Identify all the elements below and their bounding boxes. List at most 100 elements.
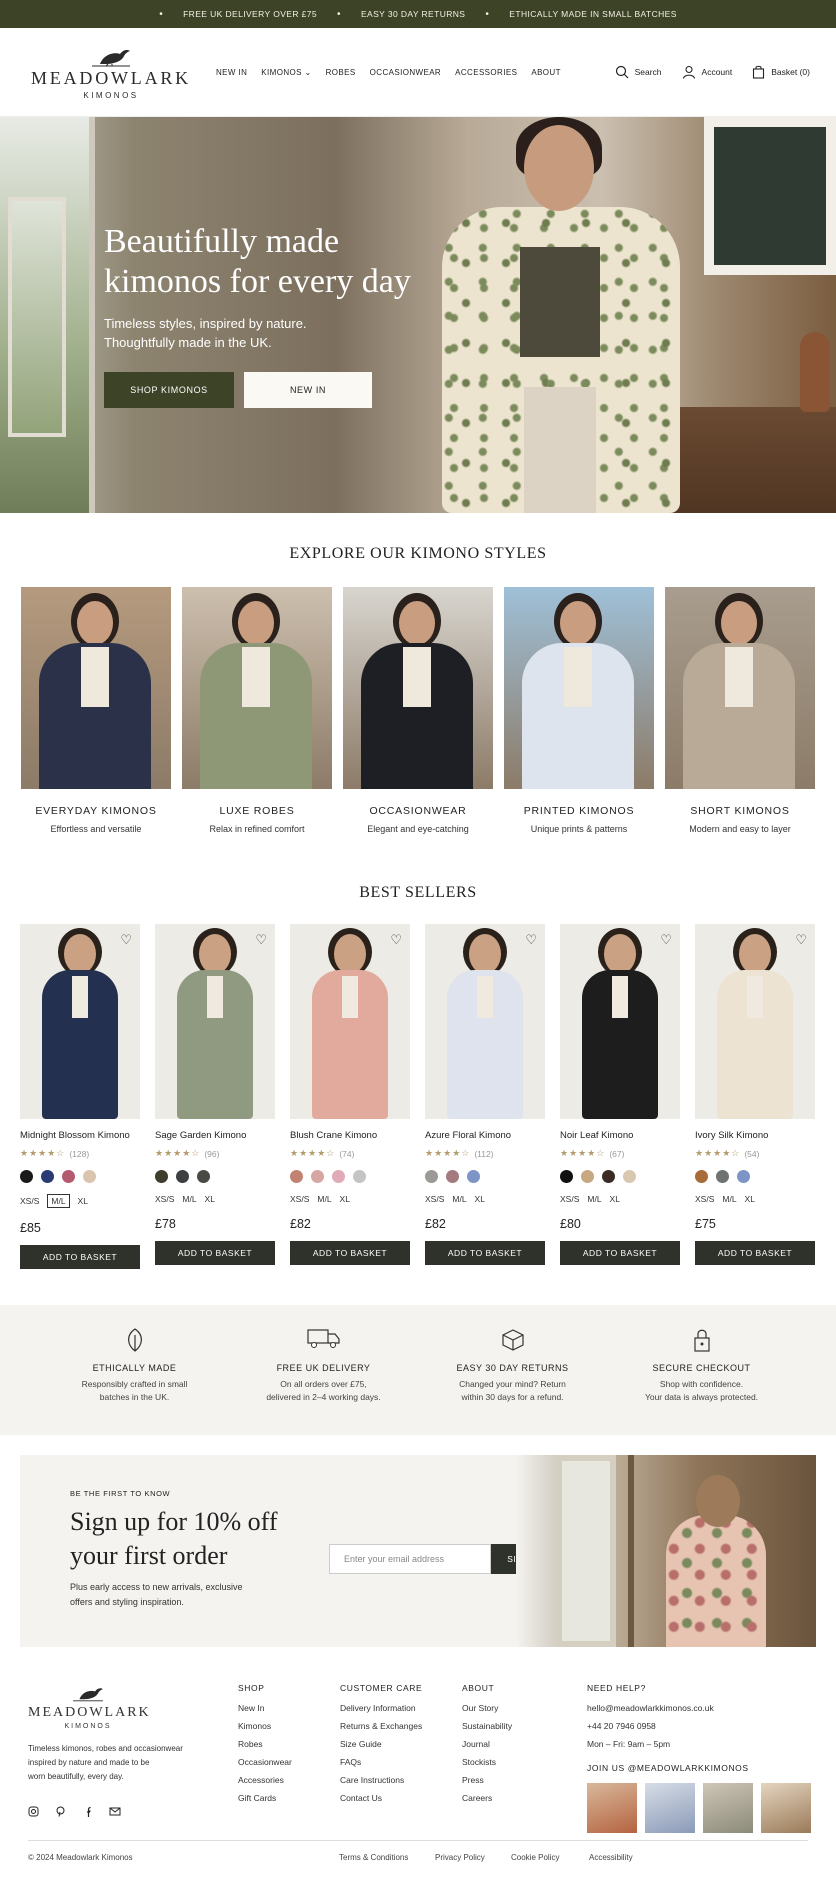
- color-swatch[interactable]: [581, 1170, 594, 1183]
- product-name[interactable]: Ivory Silk Kimono: [695, 1130, 815, 1141]
- footer-link[interactable]: Gift Cards: [238, 1793, 292, 1803]
- size-option[interactable]: M/L: [722, 1194, 736, 1204]
- size-option[interactable]: M/L: [317, 1194, 331, 1204]
- size-option[interactable]: XL: [475, 1194, 485, 1204]
- account-button[interactable]: Account: [682, 65, 732, 79]
- footer-link[interactable]: Accessories: [238, 1775, 292, 1785]
- size-option[interactable]: M/L: [182, 1194, 196, 1204]
- size-option[interactable]: XL: [340, 1194, 350, 1204]
- size-option[interactable]: XL: [78, 1196, 88, 1206]
- style-card[interactable]: LUXE ROBES Relax in refined comfort: [182, 587, 332, 834]
- cookie-link[interactable]: Cookie Policy: [511, 1853, 559, 1862]
- color-swatch[interactable]: [446, 1170, 459, 1183]
- size-option[interactable]: XL: [745, 1194, 755, 1204]
- footer-link[interactable]: Our Story: [462, 1703, 512, 1713]
- footer-link[interactable]: Delivery Information: [340, 1703, 422, 1713]
- footer-link[interactable]: Size Guide: [340, 1739, 422, 1749]
- logo[interactable]: MEADOWLARK KIMONOS: [26, 44, 196, 100]
- size-option[interactable]: M/L: [47, 1194, 70, 1208]
- style-card[interactable]: SHORT KIMONOS Modern and easy to layer: [665, 587, 815, 834]
- product-image[interactable]: ♡: [695, 924, 815, 1119]
- product-image[interactable]: ♡: [155, 924, 275, 1119]
- add-to-basket-button[interactable]: ADD TO BASKET: [290, 1241, 410, 1265]
- footer-link[interactable]: Returns & Exchanges: [340, 1721, 422, 1731]
- color-swatch[interactable]: [467, 1170, 480, 1183]
- instagram-icon[interactable]: [28, 1806, 39, 1817]
- color-swatch[interactable]: [737, 1170, 750, 1183]
- product-name[interactable]: Azure Floral Kimono: [425, 1130, 545, 1141]
- heart-icon[interactable]: ♡: [255, 932, 267, 948]
- color-swatch[interactable]: [290, 1170, 303, 1183]
- heart-icon[interactable]: ♡: [795, 932, 807, 948]
- add-to-basket-button[interactable]: ADD TO BASKET: [20, 1245, 140, 1269]
- product-name[interactable]: Sage Garden Kimono: [155, 1130, 275, 1141]
- size-option[interactable]: XS/S: [425, 1194, 444, 1204]
- footer-link[interactable]: New In: [238, 1703, 292, 1713]
- new-in-button[interactable]: NEW IN: [244, 372, 372, 408]
- product-image[interactable]: ♡: [425, 924, 545, 1119]
- accessibility-link[interactable]: Accessibility: [589, 1853, 633, 1862]
- size-option[interactable]: XL: [610, 1194, 620, 1204]
- facebook-icon[interactable]: [82, 1806, 93, 1817]
- add-to-basket-button[interactable]: ADD TO BASKET: [695, 1241, 815, 1265]
- shop-kimonos-button[interactable]: SHOP KIMONOS: [104, 372, 234, 408]
- color-swatch[interactable]: [62, 1170, 75, 1183]
- nav-new-in[interactable]: NEW IN: [216, 68, 247, 77]
- size-option[interactable]: XS/S: [695, 1194, 714, 1204]
- add-to-basket-button[interactable]: ADD TO BASKET: [155, 1241, 275, 1265]
- heart-icon[interactable]: ♡: [390, 932, 402, 948]
- color-swatch[interactable]: [623, 1170, 636, 1183]
- color-swatch[interactable]: [176, 1170, 189, 1183]
- nav-kimonos[interactable]: KIMONOS ⌄: [261, 68, 311, 77]
- size-option[interactable]: XS/S: [20, 1196, 39, 1206]
- color-swatch[interactable]: [560, 1170, 573, 1183]
- size-option[interactable]: M/L: [452, 1194, 466, 1204]
- color-swatch[interactable]: [311, 1170, 324, 1183]
- footer-link[interactable]: Sustainability: [462, 1721, 512, 1731]
- style-card[interactable]: PRINTED KIMONOS Unique prints & patterns: [504, 587, 654, 834]
- color-swatch[interactable]: [20, 1170, 33, 1183]
- product-name[interactable]: Blush Crane Kimono: [290, 1130, 410, 1141]
- product-name[interactable]: Midnight Blossom Kimono: [20, 1130, 140, 1141]
- heart-icon[interactable]: ♡: [660, 932, 672, 948]
- size-option[interactable]: XS/S: [290, 1194, 309, 1204]
- instagram-post[interactable]: [703, 1783, 753, 1833]
- basket-button[interactable]: Basket (0): [752, 65, 810, 79]
- privacy-link[interactable]: Privacy Policy: [435, 1853, 485, 1862]
- footer-link[interactable]: Occasionwear: [238, 1757, 292, 1767]
- pinterest-icon[interactable]: [55, 1806, 66, 1817]
- product-name[interactable]: Noir Leaf Kimono: [560, 1130, 680, 1141]
- color-swatch[interactable]: [602, 1170, 615, 1183]
- add-to-basket-button[interactable]: ADD TO BASKET: [425, 1241, 545, 1265]
- color-swatch[interactable]: [155, 1170, 168, 1183]
- heart-icon[interactable]: ♡: [120, 932, 132, 948]
- color-swatch[interactable]: [83, 1170, 96, 1183]
- help-phone[interactable]: +44 20 7946 0958: [587, 1721, 817, 1731]
- color-swatch[interactable]: [425, 1170, 438, 1183]
- nav-about[interactable]: ABOUT: [531, 68, 561, 77]
- footer-link[interactable]: Journal: [462, 1739, 512, 1749]
- style-card[interactable]: OCCASIONWEAR Elegant and eye-catching: [343, 587, 493, 834]
- email-input[interactable]: Enter your email address: [329, 1544, 491, 1574]
- help-email[interactable]: hello@meadowlarkkimonos.co.uk: [587, 1703, 817, 1713]
- size-option[interactable]: XL: [205, 1194, 215, 1204]
- size-option[interactable]: XS/S: [155, 1194, 174, 1204]
- add-to-basket-button[interactable]: ADD TO BASKET: [560, 1241, 680, 1265]
- product-image[interactable]: ♡: [560, 924, 680, 1119]
- color-swatch[interactable]: [716, 1170, 729, 1183]
- footer-link[interactable]: Press: [462, 1775, 512, 1785]
- heart-icon[interactable]: ♡: [525, 932, 537, 948]
- nav-occasionwear[interactable]: OCCASIONWEAR: [370, 68, 441, 77]
- color-swatch[interactable]: [695, 1170, 708, 1183]
- product-image[interactable]: ♡: [20, 924, 140, 1119]
- instagram-post[interactable]: [761, 1783, 811, 1833]
- footer-link[interactable]: Care Instructions: [340, 1775, 422, 1785]
- footer-link[interactable]: FAQs: [340, 1757, 422, 1767]
- instagram-post[interactable]: [587, 1783, 637, 1833]
- footer-link[interactable]: Careers: [462, 1793, 512, 1803]
- instagram-post[interactable]: [645, 1783, 695, 1833]
- size-option[interactable]: M/L: [587, 1194, 601, 1204]
- terms-link[interactable]: Terms & Conditions: [339, 1853, 408, 1862]
- style-card[interactable]: EVERYDAY KIMONOS Effortless and versatil…: [21, 587, 171, 834]
- footer-link[interactable]: Robes: [238, 1739, 292, 1749]
